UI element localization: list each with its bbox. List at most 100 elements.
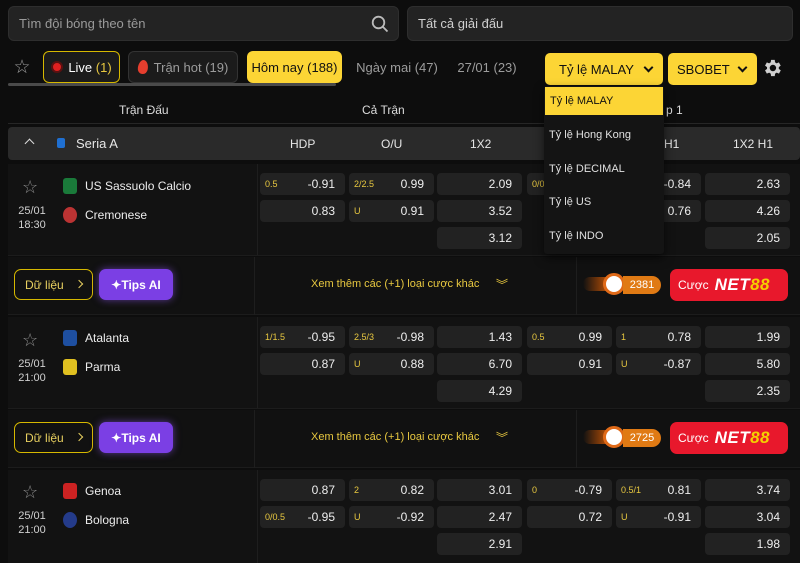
- odds-cell[interactable]: 0.5 0.99: [527, 326, 612, 348]
- bet-net88-button[interactable]: Cược NET88: [670, 422, 788, 454]
- odds-cell[interactable]: 3.01: [437, 479, 522, 501]
- home-team[interactable]: Genoa: [63, 483, 121, 499]
- search-input[interactable]: Tìm đội bóng theo tên: [8, 6, 399, 41]
- odds-cell[interactable]: 3.74: [705, 479, 790, 501]
- home-team[interactable]: Atalanta: [63, 330, 129, 346]
- odds-cell[interactable]: 0 -0.79: [527, 479, 612, 501]
- league-row[interactable]: Seria A HDP O/U 1X2 H1 1X2 H1: [8, 127, 800, 160]
- header-full-match: Cả Trận: [362, 103, 405, 117]
- divider: [576, 257, 577, 315]
- divider: [254, 257, 255, 315]
- away-team[interactable]: Parma: [63, 359, 120, 375]
- odds-cell[interactable]: 3.12: [437, 227, 522, 249]
- odds-cell[interactable]: 5.80: [705, 353, 790, 375]
- seria-a-logo-icon: [57, 138, 65, 148]
- odds-cell[interactable]: 2.91: [437, 533, 522, 555]
- odds-cell[interactable]: 1 0.78: [616, 326, 701, 348]
- tab-2701[interactable]: 27/01 (23): [452, 51, 522, 83]
- odds-cell[interactable]: 4.29: [437, 380, 522, 402]
- odds-cell[interactable]: 0.5/1 0.81: [616, 479, 701, 501]
- match-datetime: 25/01 21:00: [18, 510, 46, 536]
- odds-cell[interactable]: 0.83: [260, 200, 345, 222]
- tab-hot-label: Trận hot: [153, 59, 202, 75]
- double-chevron-down-icon[interactable]: ︾: [496, 429, 508, 446]
- odds-type-select[interactable]: Tỷ lệ MALAY: [545, 53, 663, 85]
- data-button[interactable]: Dữ liệu: [14, 422, 93, 453]
- odds-cell[interactable]: 2.47: [437, 506, 522, 528]
- match-teams: ☆ 25/01 21:00 Genoa Bologna: [8, 470, 258, 563]
- league-filter-select[interactable]: Tất cả giải đấu: [407, 6, 793, 41]
- bookmaker-select[interactable]: SBOBET: [668, 53, 757, 85]
- favorite-star-icon[interactable]: ☆: [22, 177, 38, 198]
- home-team[interactable]: US Sassuolo Calcio: [63, 178, 191, 194]
- odds-cell[interactable]: 0.91: [527, 353, 612, 375]
- odds-cell[interactable]: U -0.92: [349, 506, 434, 528]
- odds-type-value: Tỷ lệ MALAY: [559, 61, 634, 77]
- fire-ball-badge[interactable]: 2725: [583, 425, 661, 451]
- away-team[interactable]: Bologna: [63, 512, 129, 528]
- odds-cell[interactable]: 6.70: [437, 353, 522, 375]
- odds-cell[interactable]: U 0.88: [349, 353, 434, 375]
- search-placeholder: Tìm đội bóng theo tên: [19, 16, 146, 31]
- odds-cell[interactable]: 1/1.5 -0.95: [260, 326, 345, 348]
- tab-tomorrow[interactable]: Ngày mai (47): [352, 51, 442, 83]
- odds-cell[interactable]: 2 0.82: [349, 479, 434, 501]
- dropdown-option-hongkong[interactable]: Tỷ lệ Hong Kong: [544, 121, 664, 149]
- header-match: Trận Đấu: [119, 103, 169, 117]
- odds-cell[interactable]: 3.04: [705, 506, 790, 528]
- bet-net88-button[interactable]: Cược NET88: [670, 269, 788, 301]
- tab-scroll-indicator: [8, 83, 336, 86]
- odds-cell[interactable]: 4.26: [705, 200, 790, 222]
- odds-type-dropdown: Tỷ lệ MALAY Tỷ lệ Hong Kong Tỷ lệ DECIMA…: [544, 86, 664, 254]
- favorite-star-icon[interactable]: ☆: [22, 482, 38, 503]
- match-teams: ☆ 25/01 21:00 Atalanta Parma: [8, 317, 258, 408]
- dropdown-option-decimal[interactable]: Tỷ lệ DECIMAL: [544, 155, 664, 183]
- odds-cell[interactable]: 0.5 -0.91: [260, 173, 345, 195]
- dropdown-option-indo[interactable]: Tỷ lệ INDO: [544, 222, 664, 250]
- odds-cell[interactable]: 0.72: [527, 506, 612, 528]
- odds-cell[interactable]: 2.05: [705, 227, 790, 249]
- odds-cell[interactable]: 0.87: [260, 479, 345, 501]
- odds-cell[interactable]: U 0.91: [349, 200, 434, 222]
- tips-ai-button[interactable]: ✦ Tips AI: [99, 269, 173, 300]
- dropdown-option-malay[interactable]: Tỷ lệ MALAY: [545, 87, 663, 115]
- odds-cell[interactable]: 3.52: [437, 200, 522, 222]
- tab-today[interactable]: Hôm nay (188): [247, 51, 342, 83]
- odds-cell[interactable]: 1.99: [705, 326, 790, 348]
- divider: [254, 410, 255, 468]
- odds-cell[interactable]: 1.98: [705, 533, 790, 555]
- tab-today-label: Hôm nay (188): [251, 59, 338, 75]
- sparkle-icon: ✦: [111, 430, 122, 445]
- more-bets-link[interactable]: Xem thêm các (+1) loại cược khác: [311, 278, 479, 290]
- favorite-star-icon[interactable]: ☆: [10, 51, 34, 83]
- odds-cell[interactable]: 1.43: [437, 326, 522, 348]
- tab-live[interactable]: Live (1): [43, 51, 120, 83]
- tab-hot[interactable]: Trận hot (19): [128, 51, 238, 83]
- odds-cell[interactable]: 0/0.5 -0.95: [260, 506, 345, 528]
- fire-ball-badge[interactable]: 2381: [583, 272, 661, 298]
- more-bets-link[interactable]: Xem thêm các (+1) loại cược khác: [311, 431, 479, 443]
- double-chevron-down-icon[interactable]: ︾: [496, 276, 508, 293]
- match-datetime: 25/01 21:00: [18, 358, 46, 384]
- away-team[interactable]: Cremonese: [63, 207, 147, 223]
- chevron-down-icon: [643, 62, 654, 72]
- odds-cell[interactable]: 2.09: [437, 173, 522, 195]
- odds-cell[interactable]: 2.5/3 -0.98: [349, 326, 434, 348]
- col-hdp: HDP: [290, 137, 316, 151]
- chevron-right-icon: [74, 279, 84, 289]
- odds-cell[interactable]: 2/2.5 0.99: [349, 173, 434, 195]
- gear-icon[interactable]: [761, 57, 783, 79]
- dropdown-option-us[interactable]: Tỷ lệ US: [544, 188, 664, 216]
- odds-cell[interactable]: 2.63: [705, 173, 790, 195]
- odds-cell[interactable]: U -0.87: [616, 353, 701, 375]
- collapse-chevron-icon[interactable]: [24, 138, 35, 149]
- odds-cell[interactable]: U -0.91: [616, 506, 701, 528]
- team-crest-icon: [63, 512, 77, 528]
- search-icon[interactable]: [371, 15, 389, 33]
- odds-cell[interactable]: 0.87: [260, 353, 345, 375]
- tips-ai-button[interactable]: ✦ Tips AI: [99, 422, 173, 453]
- favorite-star-icon[interactable]: ☆: [22, 330, 38, 351]
- col-1x2-h1: 1X2 H1: [733, 137, 774, 151]
- data-button[interactable]: Dữ liệu: [14, 269, 93, 300]
- odds-cell[interactable]: 2.35: [705, 380, 790, 402]
